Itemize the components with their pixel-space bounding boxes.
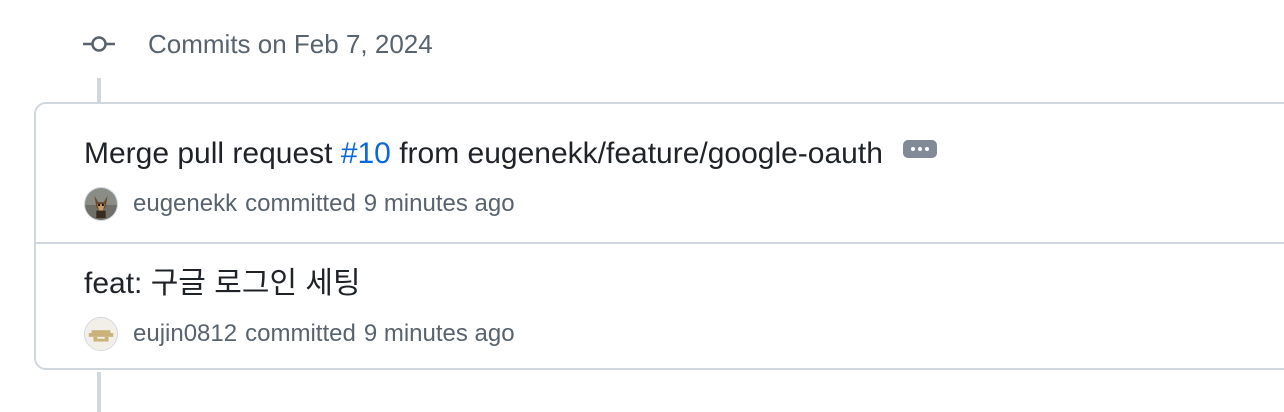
commit-row: Merge pull request #10 from eugenekk/fea… [36, 104, 1284, 244]
commit-group-title: Commits on Feb 7, 2024 [148, 29, 433, 59]
timeline-line-top [97, 78, 101, 104]
pull-request-link[interactable]: #10 [341, 137, 391, 170]
commit-title-text[interactable]: Merge pull request [84, 137, 341, 170]
commit-author-link[interactable]: eujin0812 [133, 320, 237, 348]
timeline-line-bottom [97, 372, 101, 412]
dog-avatar-icon[interactable] [84, 187, 118, 221]
commit-title-text[interactable]: from eugenekk/feature/google-oauth [391, 137, 883, 170]
git-commit-icon [83, 36, 115, 52]
commit-meta: eugenekk committed 9 minutes ago [84, 186, 515, 222]
identicon-avatar-icon[interactable] [84, 317, 118, 351]
commit-list: Merge pull request #10 from eugenekk/fea… [34, 102, 1284, 370]
commit-title[interactable]: feat: 구글 로그인 세팅 [84, 266, 361, 302]
commit-time[interactable]: 9 minutes ago [364, 190, 515, 218]
commit-meta: eujin0812 committed 9 minutes ago [84, 316, 515, 352]
commit-time[interactable]: 9 minutes ago [364, 320, 515, 348]
commit-verb: committed [245, 190, 356, 217]
commit-row: feat: 구글 로그인 세팅 eujin0812 committed 9 mi… [36, 244, 1284, 370]
commit-title[interactable]: Merge pull request #10 from eugenekk/fea… [84, 136, 937, 172]
commit-verb: committed [245, 320, 356, 347]
expand-message-button[interactable] [902, 140, 937, 159]
commit-author-link[interactable]: eugenekk [133, 190, 237, 218]
